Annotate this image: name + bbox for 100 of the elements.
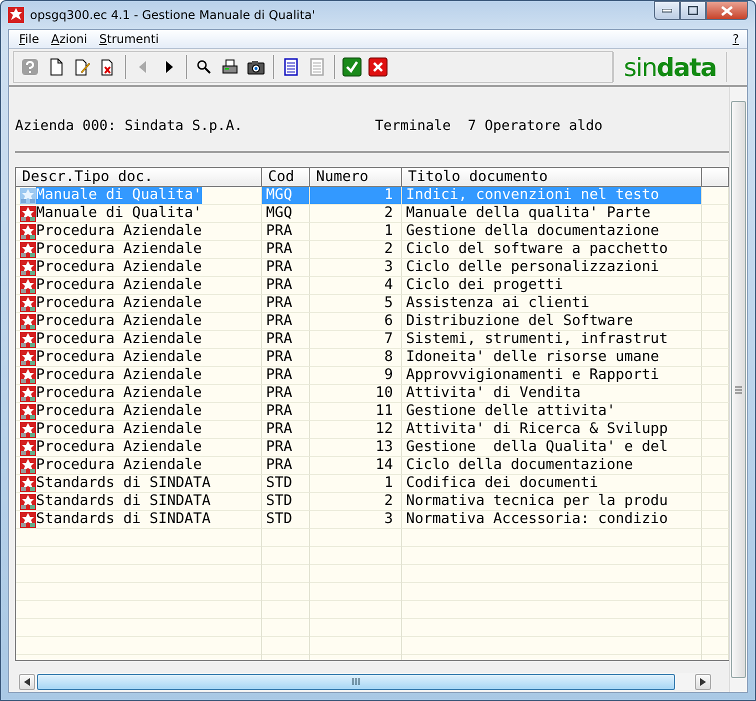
checkmark-icon-button[interactable] (340, 55, 364, 79)
table-row[interactable]: Procedura Aziendale PRA 3 Ciclo delle personalizzazioni (16, 259, 729, 277)
table-row[interactable]: Standards di SINDATA STD 3 Normativa Accessoria: condizio (16, 511, 729, 529)
document-icon (20, 260, 36, 276)
table-cell: Procedura Aziendale (36, 457, 202, 474)
maximize-button[interactable] (680, 1, 706, 20)
grip-icon (352, 678, 360, 685)
minimize-button[interactable] (654, 1, 680, 20)
table-cell: PRA (262, 223, 310, 241)
column-header[interactable]: Cod (262, 168, 310, 187)
table-cell: 7 (310, 331, 402, 349)
document-icon (20, 476, 36, 492)
table-cell: Procedura Aziendale (36, 421, 202, 438)
table-cell: Sistemi, strumenti, infrastrut (402, 331, 702, 349)
table-row[interactable]: Procedura Aziendale PRA 11 Gestione delle attivita' (16, 403, 729, 421)
scroll-left-button[interactable] (19, 674, 35, 690)
cancel-icon-button[interactable] (366, 55, 390, 79)
table-row[interactable]: Procedura Aziendale PRA 4 Ciclo dei progetti (16, 277, 729, 295)
document-icon (20, 512, 36, 528)
table-cell: Codifica dei documenti (402, 475, 702, 493)
document-icon (20, 206, 36, 222)
menu-item[interactable]: Strumenti (93, 32, 165, 46)
document-icon (20, 296, 36, 312)
table-row[interactable]: Procedura Aziendale PRA 6 Distribuzione del Software (16, 313, 729, 331)
document-icon (20, 188, 36, 204)
maximize-icon (688, 6, 698, 15)
cancel-icon (368, 57, 388, 77)
table-row[interactable]: Procedura Aziendale PRA 10 Attivita' di Vendita (16, 385, 729, 403)
table-cell: 10 (310, 385, 402, 403)
table-cell: PRA (262, 457, 310, 475)
table-row[interactable]: Procedura Aziendale PRA 9 Approvvigionamenti e Rapporti (16, 367, 729, 385)
table-cell: Gestione della documentazione (402, 223, 702, 241)
table-row[interactable]: Procedura Aziendale PRA 2 Ciclo del software a pacchetto (16, 241, 729, 259)
table-cell: 3 (310, 259, 402, 277)
table-row[interactable]: Procedura Aziendale PRA 12 Attivita' di Ricerca & Svilupp (16, 421, 729, 439)
menu-item[interactable]: File (13, 32, 46, 46)
table-cell: Procedura Aziendale (36, 349, 202, 366)
document-icon (20, 404, 36, 420)
table-cell: 2 (310, 241, 402, 259)
document-icon (20, 242, 36, 258)
table-cell: Attivita' di Vendita (402, 385, 702, 403)
table-cell: Procedura Aziendale (36, 223, 202, 240)
triangle-left-icon (24, 678, 30, 686)
table-cell: Gestione della Qualita' e del (402, 439, 702, 457)
grip-icon (735, 386, 742, 394)
close-button[interactable] (706, 1, 748, 20)
column-header[interactable]: Descr.Tipo doc. (16, 168, 262, 187)
table-cell: 3 (310, 511, 402, 529)
sindata-logo: sindata (613, 52, 727, 82)
table-cell: Normativa tecnica per la produ (402, 493, 702, 511)
table-row[interactable]: Manuale di Qualita' MGQ 2 Manuale della qualita' Parte (16, 205, 729, 223)
column-header[interactable]: Titolo documento (402, 168, 702, 187)
minimize-icon (662, 8, 672, 12)
table-cell: PRA (262, 439, 310, 457)
table-cell: Procedura Aziendale (36, 241, 202, 258)
table-cell: Normativa Accessoria: condizio (402, 511, 702, 529)
column-header[interactable]: Numero (310, 168, 402, 187)
table-cell: PRA (262, 349, 310, 367)
table-cell: Procedura Aziendale (36, 295, 202, 312)
table-cell: 13 (310, 439, 402, 457)
document-icon (20, 224, 36, 240)
table-cell: Ciclo dei progetti (402, 277, 702, 295)
document-icon (20, 314, 36, 330)
scroll-thumb[interactable] (731, 101, 746, 678)
close-icon (721, 6, 733, 16)
table-cell: PRA (262, 241, 310, 259)
table-cell: Ciclo della documentazione (402, 457, 702, 475)
table-row[interactable]: Procedura Aziendale PRA 14 Ciclo della documentazione (16, 457, 729, 475)
document-icon (20, 458, 36, 474)
table-cell: Attivita' di Ricerca & Svilupp (402, 421, 702, 439)
table-cell: PRA (262, 421, 310, 439)
table-cell: Manuale di Qualita' (36, 205, 202, 222)
table-cell: Standards di SINDATA (36, 475, 211, 492)
document-icon (20, 278, 36, 294)
table-cell: Procedura Aziendale (36, 385, 202, 402)
table-cell: 1 (310, 187, 402, 205)
table-cell: Distribuzione del Software (402, 313, 702, 331)
table-cell: PRA (262, 403, 310, 421)
table-row[interactable]: Procedura Aziendale PRA 7 Sistemi, strumenti, infrastrut (16, 331, 729, 349)
table-row[interactable]: Standards di SINDATA STD 1 Codifica dei documenti (16, 475, 729, 493)
table-cell: Ciclo del software a pacchetto (402, 241, 702, 259)
table-row[interactable]: Procedura Aziendale PRA 5 Assistenza ai clienti (16, 295, 729, 313)
table-cell: Procedura Aziendale (36, 259, 202, 276)
table-cell: 6 (310, 313, 402, 331)
table-row[interactable]: Procedura Aziendale PRA 8 Idoneita' delle risorse umane (16, 349, 729, 367)
table-cell: 2 (310, 205, 402, 223)
table-row[interactable]: Procedura Aziendale PRA 13 Gestione della Qualita' e del (16, 439, 729, 457)
table-cell: 8 (310, 349, 402, 367)
table-row[interactable]: Procedura Aziendale PRA 1 Gestione della documentazione (16, 223, 729, 241)
table-cell: 1 (310, 475, 402, 493)
scroll-right-button[interactable] (695, 674, 711, 690)
help-link[interactable]: ? (732, 32, 743, 46)
table-row[interactable]: Standards di SINDATA STD 2 Normativa tecnica per la produ (16, 493, 729, 511)
table-cell: Procedura Aziendale (36, 439, 202, 456)
table-cell: Indici, convenzioni nel testo (402, 187, 702, 205)
table-cell: 2 (310, 493, 402, 511)
window-title: opsgq300.ec 4.1 - Gestione Manuale di Qualita' (30, 8, 316, 22)
menu-item[interactable]: Azioni (45, 32, 94, 46)
table-cell: Standards di SINDATA (36, 493, 211, 510)
terminal-label: Terminale 7 Operatore aldo (375, 118, 604, 134)
